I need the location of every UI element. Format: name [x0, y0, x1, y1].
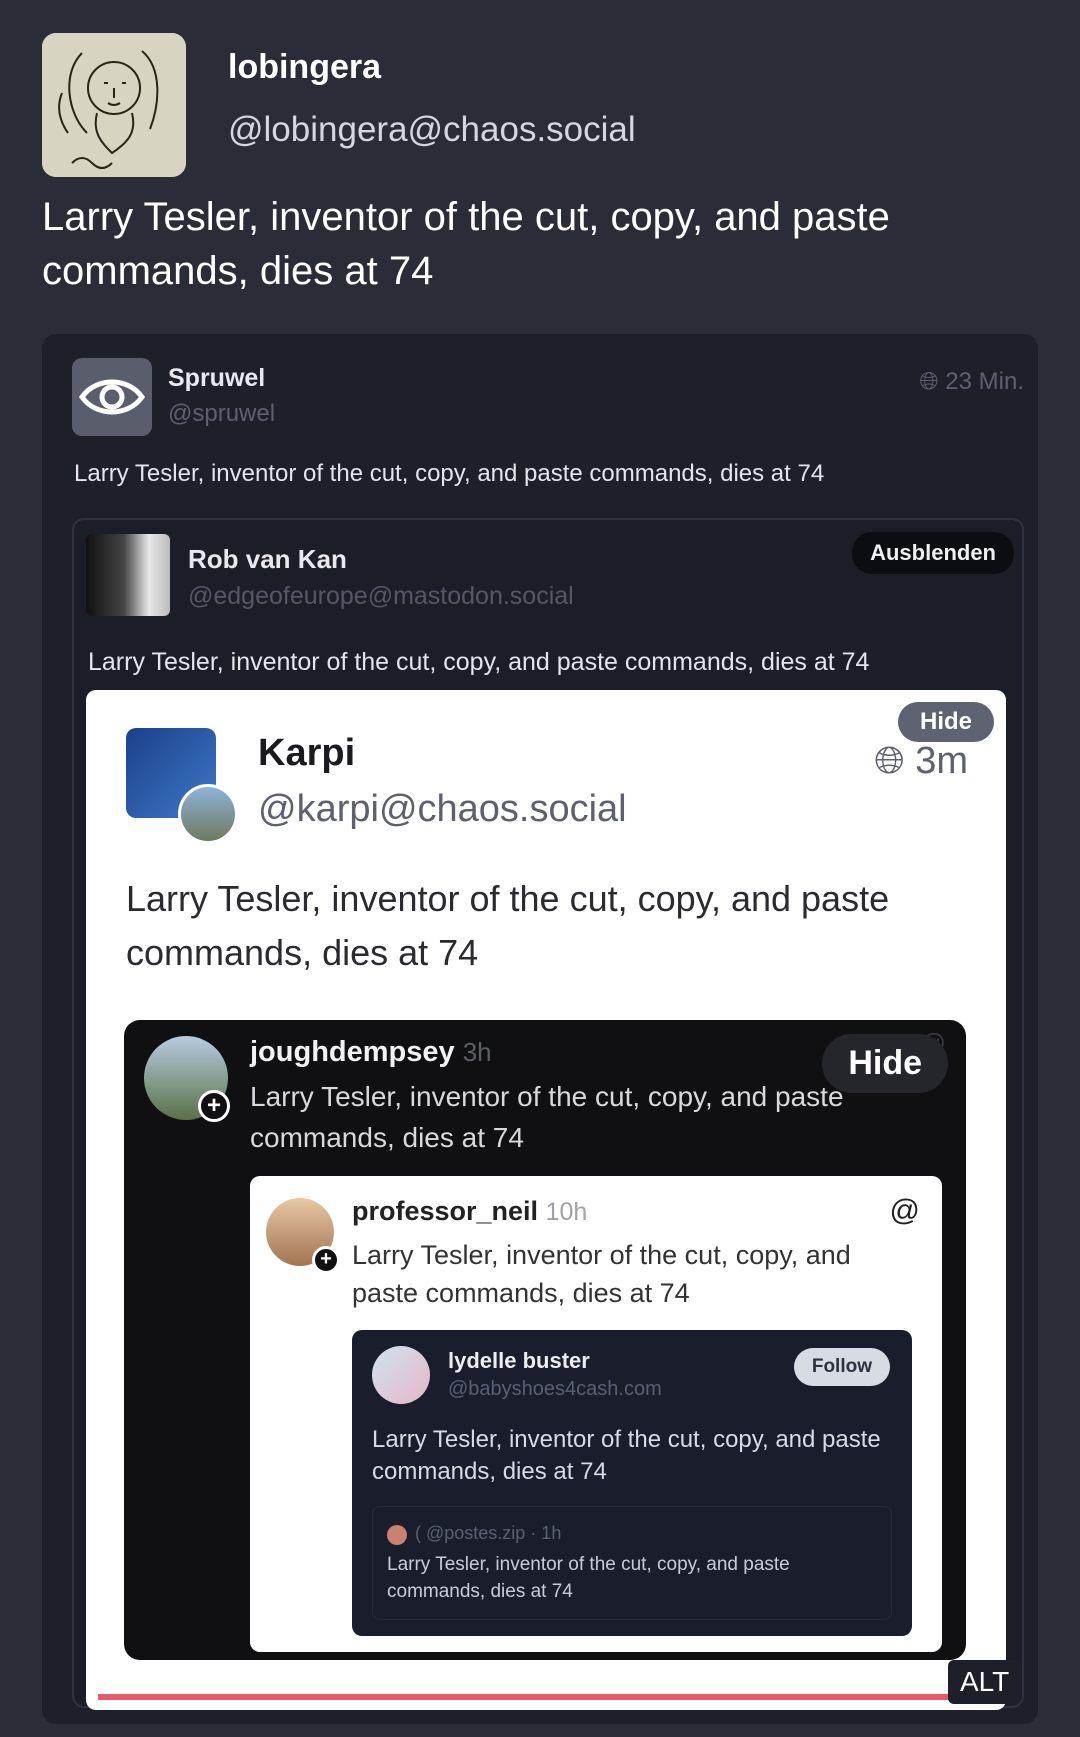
rob-text: Larry Tesler, inventor of the cut, copy,… — [88, 648, 870, 676]
lydelle-text: Larry Tesler, inventor of the cut, copy,… — [372, 1426, 881, 1485]
red-accent-bar — [98, 1694, 1006, 1700]
hide-button: Hide — [897, 702, 994, 742]
postes-meta: ( @postes.zip · 1h — [415, 1523, 562, 1543]
follow-plus-icon: + — [198, 1090, 230, 1122]
author-display-name[interactable]: lobingera — [228, 48, 381, 87]
follow-button: Follow — [793, 1348, 890, 1386]
joughdempsey-username: joughdempsey — [250, 1036, 455, 1068]
quote-lydelle-buster: lydelle buster @babyshoes4cash.com Follo… — [352, 1330, 912, 1636]
professor-neil-name: professor_neil 10h — [352, 1196, 587, 1227]
spruwel-avatar — [72, 358, 152, 436]
spruwel-time-label: 23 Min. — [945, 368, 1024, 395]
rob-handle: @edgeofeurope@mastodon.social — [188, 582, 574, 610]
sketch-portrait-image — [42, 33, 186, 177]
joughdempsey-time: 3h — [462, 1037, 492, 1067]
postes-avatar — [387, 1525, 407, 1545]
spruwel-handle: @spruwel — [168, 400, 276, 427]
joughdempsey-name: joughdempsey 3h — [250, 1036, 492, 1069]
professor-neil-time: 10h — [545, 1198, 588, 1226]
spruwel-time: 🌐︎ 23 Min. — [919, 368, 1024, 396]
joughdempsey-text: Larry Tesler, inventor of the cut, copy,… — [250, 1081, 844, 1153]
lydelle-name: lydelle buster — [448, 1348, 590, 1373]
quote-postes-zip: ( @postes.zip · 1h Larry Tesler, invento… — [372, 1506, 892, 1620]
karpi-time-label: 3m — [915, 740, 968, 782]
lydelle-avatar — [372, 1346, 430, 1404]
spruwel-name: Spruwel — [168, 364, 266, 392]
quote-rob-van-kan: Rob van Kan @edgeofeurope@mastodon.socia… — [72, 518, 1024, 1710]
spruwel-text: Larry Tesler, inventor of the cut, copy,… — [74, 460, 825, 487]
quote-joughdempsey: + joughdempsey 3h @ Hide Larry Tesler, i… — [124, 1020, 966, 1660]
karpi-name: Karpi — [258, 732, 356, 774]
rob-name: Rob van Kan — [188, 544, 347, 574]
karpi-text: Larry Tesler, inventor of the cut, copy,… — [126, 878, 890, 973]
author-handle[interactable]: @lobingera@chaos.social — [228, 110, 636, 150]
post-text: Larry Tesler, inventor of the cut, copy,… — [42, 195, 890, 293]
karpi-sub-avatar — [178, 784, 238, 844]
alt-text-badge[interactable]: ALT — [948, 1660, 1022, 1704]
quote-karpi: Karpi @karpi@chaos.social Hide 🌐︎ 3m Lar… — [86, 690, 1006, 1710]
professor-neil-text: Larry Tesler, inventor of the cut, copy,… — [352, 1240, 851, 1308]
karpi-handle: @karpi@chaos.social — [258, 788, 627, 830]
globe-icon: 🌐︎ — [874, 740, 916, 782]
attached-image[interactable]: Spruwel @spruwel 🌐︎ 23 Min. Larry Tesler… — [42, 334, 1038, 1724]
eye-icon — [78, 379, 146, 415]
author-avatar[interactable] — [42, 33, 186, 177]
quote-professor-neil: + professor_neil 10h @ Larry Tesler, inv… — [250, 1176, 942, 1652]
postes-text: Larry Tesler, inventor of the cut, copy,… — [387, 1554, 790, 1602]
karpi-time: 🌐︎ 3m — [874, 740, 968, 783]
rob-avatar — [86, 534, 170, 616]
lydelle-handle: @babyshoes4cash.com — [448, 1378, 662, 1400]
professor-neil-username: professor_neil — [352, 1196, 539, 1226]
globe-icon: 🌐︎ — [919, 368, 946, 395]
ausblenden-button: Ausblenden — [852, 532, 1014, 574]
threads-icon: @ — [889, 1194, 920, 1227]
follow-plus-icon: + — [312, 1246, 340, 1274]
